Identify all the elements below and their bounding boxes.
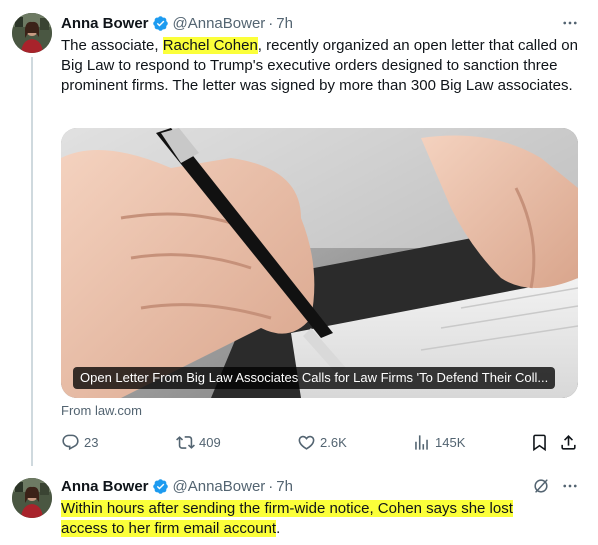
views-button[interactable]: 145K bbox=[412, 430, 465, 454]
highlighted-text: Within hours after sending the firm-wide… bbox=[61, 500, 513, 517]
thread-line bbox=[31, 57, 33, 466]
reply-button[interactable]: 23 bbox=[61, 430, 98, 454]
reply-icon bbox=[62, 434, 79, 450]
tweet[interactable]: Anna Bower @AnnaBower · 7h Within hours … bbox=[0, 466, 598, 545]
avatar-image bbox=[12, 478, 52, 518]
author-name[interactable]: Anna Bower bbox=[61, 15, 149, 32]
tweet-text: Within hours after sending the firm-wide… bbox=[61, 499, 581, 539]
author-handle[interactable]: @AnnaBower bbox=[173, 478, 266, 495]
bookmark-icon bbox=[533, 434, 546, 451]
reply-count: 23 bbox=[84, 434, 99, 450]
timestamp[interactable]: 7h bbox=[276, 478, 293, 495]
tweet-text-part: The associate, bbox=[61, 37, 163, 54]
repost-button[interactable]: 409 bbox=[176, 430, 221, 454]
highlighted-name: Rachel Cohen bbox=[162, 37, 258, 54]
verified-badge-icon[interactable] bbox=[152, 478, 169, 495]
tweet-text: The associate, Rachel Cohen, recently or… bbox=[61, 36, 581, 96]
tweet-text-part: . bbox=[276, 520, 281, 537]
timestamp[interactable]: 7h bbox=[276, 15, 293, 32]
action-bar: 23 409 2.6K 145K bbox=[61, 430, 581, 454]
grok-icon[interactable] bbox=[531, 476, 551, 496]
repost-count: 409 bbox=[199, 434, 221, 450]
avatar[interactable] bbox=[12, 13, 52, 53]
separator: · bbox=[268, 477, 274, 495]
bookmark-button[interactable] bbox=[530, 430, 549, 454]
card-source[interactable]: From law.com bbox=[61, 403, 142, 418]
avatar[interactable] bbox=[12, 478, 52, 518]
heart-icon bbox=[298, 435, 315, 450]
verified-badge-icon[interactable] bbox=[152, 15, 169, 32]
views-icon bbox=[415, 434, 428, 450]
author-name[interactable]: Anna Bower bbox=[61, 478, 149, 495]
tweet-header: Anna Bower @AnnaBower · 7h bbox=[61, 13, 293, 33]
like-count: 2.6K bbox=[320, 434, 347, 450]
highlighted-text: access to her firm email account bbox=[61, 520, 277, 537]
card-image bbox=[61, 128, 578, 398]
like-button[interactable]: 2.6K bbox=[297, 430, 347, 454]
separator: · bbox=[268, 14, 274, 32]
avatar-image bbox=[12, 13, 52, 53]
tweet[interactable]: Anna Bower @AnnaBower · 7h The associate… bbox=[0, 0, 598, 466]
card-title[interactable]: Open Letter From Big Law Associates Call… bbox=[73, 367, 556, 389]
link-card[interactable]: Open Letter From Big Law Associates Call… bbox=[61, 128, 578, 398]
share-button[interactable] bbox=[559, 430, 578, 454]
views-count: 145K bbox=[435, 434, 466, 450]
author-handle[interactable]: @AnnaBower bbox=[173, 15, 266, 32]
more-options-icon[interactable] bbox=[560, 13, 580, 33]
more-options-icon[interactable] bbox=[560, 476, 580, 496]
repost-icon bbox=[176, 435, 195, 449]
share-icon bbox=[561, 434, 576, 450]
tweet-header: Anna Bower @AnnaBower · 7h bbox=[61, 476, 293, 496]
